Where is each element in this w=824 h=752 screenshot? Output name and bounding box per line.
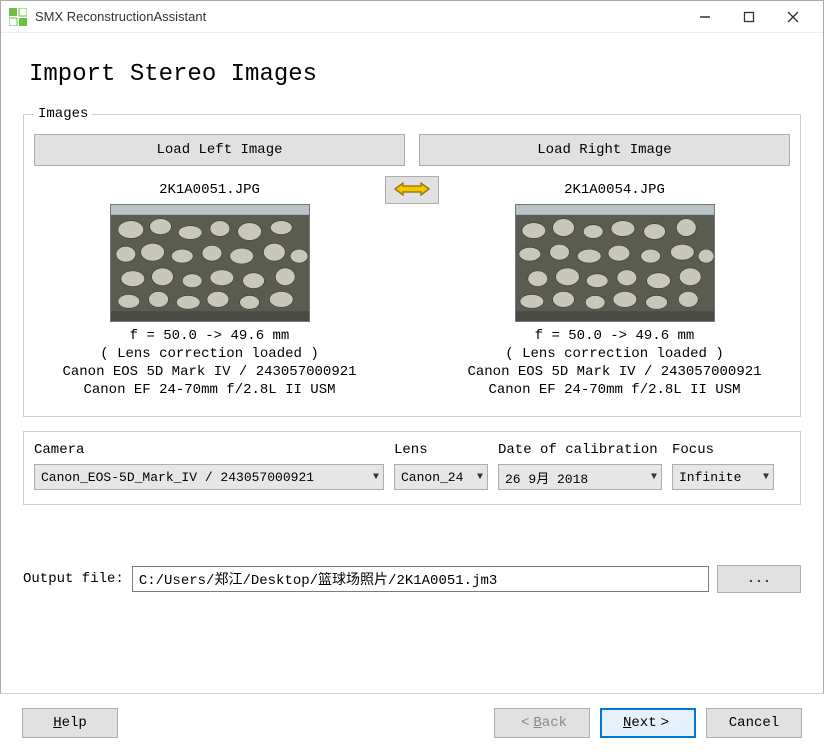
left-filename: 2K1A0051.JPG [40, 182, 379, 198]
maximize-button[interactable] [727, 3, 771, 31]
browse-button[interactable]: ... [717, 565, 801, 593]
lens-label: Lens [394, 442, 488, 458]
focus-select[interactable]: Infinite ▼ [672, 464, 774, 490]
date-select[interactable]: 26 9月 2018 ▼ [498, 464, 662, 490]
camera-select-value: Canon_EOS-5D_Mark_IV / 243057000921 [41, 470, 314, 485]
left-camera: Canon EOS 5D Mark IV / 243057000921 [40, 364, 379, 380]
left-lens-correction: ( Lens correction loaded ) [40, 346, 379, 362]
images-legend: Images [34, 106, 92, 122]
minimize-button[interactable] [683, 3, 727, 31]
focus-select-value: Infinite [679, 470, 741, 485]
load-left-button[interactable]: Load Left Image [34, 134, 405, 166]
calibration-group: Camera Canon_EOS-5D_Mark_IV / 2430570009… [23, 431, 801, 505]
page-title: Import Stereo Images [29, 61, 801, 88]
camera-select[interactable]: Canon_EOS-5D_Mark_IV / 243057000921 ▼ [34, 464, 384, 490]
camera-label: Camera [34, 442, 384, 458]
date-select-value: 26 9月 2018 [505, 468, 588, 487]
swap-button[interactable] [385, 176, 439, 204]
lens-select-value: Canon_24 [401, 470, 463, 485]
chevron-down-icon: ▼ [477, 472, 483, 483]
output-label: Output file: [23, 571, 124, 587]
chevron-down-icon: ▼ [763, 472, 769, 483]
back-button[interactable]: <BackBack [494, 708, 590, 738]
right-lens-correction: ( Lens correction loaded ) [445, 346, 784, 362]
app-icon [9, 8, 27, 26]
right-image-panel: 2K1A0054.JPG f = 50.0 -> 49 [439, 174, 790, 404]
date-label: Date of calibration [498, 442, 662, 458]
wizard-footer: HHelpelp <BackBack Next>Next Cancel [0, 693, 824, 752]
next-button[interactable]: Next>Next [600, 708, 696, 738]
right-filename: 2K1A0054.JPG [445, 182, 784, 198]
chevron-down-icon: ▼ [651, 472, 657, 483]
right-camera: Canon EOS 5D Mark IV / 243057000921 [445, 364, 784, 380]
help-button[interactable]: HHelpelp [22, 708, 118, 738]
close-button[interactable] [771, 3, 815, 31]
left-focal: f = 50.0 -> 49.6 mm [40, 328, 379, 344]
focus-label: Focus [672, 442, 774, 458]
window-title: SMX ReconstructionAssistant [35, 9, 683, 24]
lens-select[interactable]: Canon_24 ▼ [394, 464, 488, 490]
titlebar: SMX ReconstructionAssistant [1, 1, 823, 33]
output-file-input[interactable] [132, 566, 709, 592]
right-focal: f = 50.0 -> 49.6 mm [445, 328, 784, 344]
left-image-panel: 2K1A0051.JPG f = 50.0 -> 49 [34, 174, 385, 404]
left-thumbnail [110, 204, 310, 322]
right-thumbnail [515, 204, 715, 322]
images-group: Images Load Left Image Load Right Image … [23, 106, 801, 417]
load-right-button[interactable]: Load Right Image [419, 134, 790, 166]
cancel-button[interactable]: Cancel [706, 708, 802, 738]
left-lens: Canon EF 24-70mm f/2.8L II USM [40, 382, 379, 398]
swap-horizontal-icon [391, 180, 433, 201]
right-lens: Canon EF 24-70mm f/2.8L II USM [445, 382, 784, 398]
chevron-down-icon: ▼ [373, 472, 379, 483]
